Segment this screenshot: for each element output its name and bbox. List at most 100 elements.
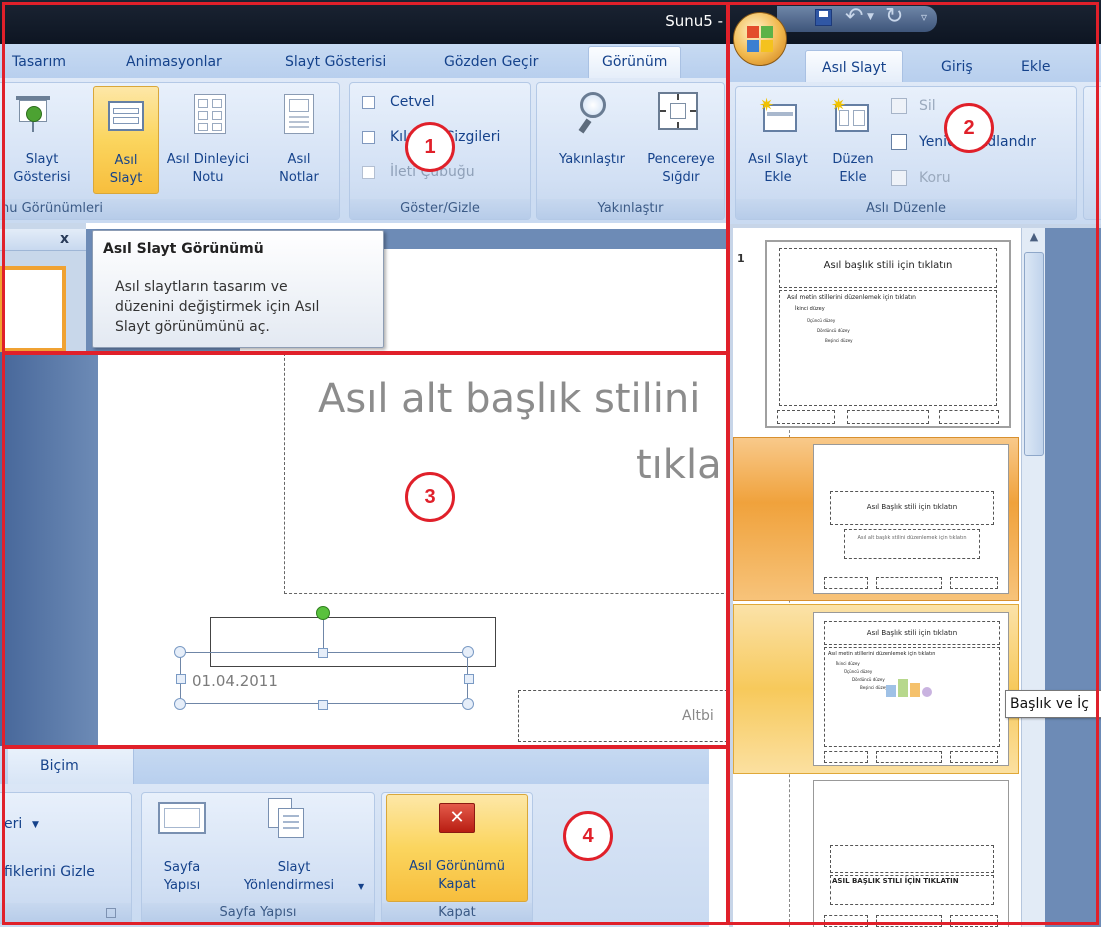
thumb4-title: ASIL BAŞLIK STILI İÇİN TIKLATIN — [832, 877, 959, 885]
scroll-thumb[interactable] — [1024, 252, 1044, 456]
save-icon[interactable] — [815, 9, 832, 26]
duzen-ekle-label-1: Düzen — [832, 152, 874, 167]
tab-ekle[interactable]: Ekle — [1021, 58, 1050, 76]
cetvel-checkbox[interactable] — [362, 96, 375, 109]
thumb2-footer-3 — [950, 577, 998, 589]
thumb3-line-1: Asıl metin stillerini düzenlemek için tı… — [828, 651, 936, 657]
pencereye-sigdir-button[interactable]: Pencereye Sığdır — [640, 86, 722, 194]
slayt-yonlendirmesi-button[interactable]: Slayt Yönlendirmesi ▼ — [218, 796, 370, 900]
tab-slayt-gosterisi[interactable]: Slayt Gösterisi — [285, 53, 386, 71]
asil-notlar-label-2: Notlar — [279, 170, 319, 185]
annotation-badge-2: 2 — [944, 103, 994, 153]
tab-tasarim[interactable]: Tasarım — [12, 53, 66, 71]
rotate-handle[interactable] — [316, 606, 330, 620]
tab-gozden-gecir[interactable]: Gözden Geçir — [444, 53, 538, 71]
tab-giris[interactable]: Giriş — [941, 58, 973, 76]
layout-hover-tooltip: Başlık ve İç — [1005, 690, 1101, 718]
rotate-line — [323, 616, 324, 652]
thumb3-title: Asıl Başlık stili için tıklatın — [866, 629, 958, 637]
thumb3-line-2: İkinci düzey — [836, 661, 860, 666]
group-caption-yakinlastir: Yakınlaştır — [537, 199, 724, 219]
delete-icon — [891, 98, 907, 114]
left-item-1[interactable]: eri — [4, 816, 22, 832]
asil-slayt-ekle-label-1: Asıl Slayt — [748, 152, 808, 167]
resize-handle-n[interactable] — [318, 648, 328, 658]
slayt-gosterisi-button[interactable]: Slayt Gösterisi — [0, 86, 84, 194]
undo-icon[interactable]: ↶ — [845, 4, 863, 29]
close-icon[interactable]: x — [60, 231, 69, 247]
tab-bicim-label: Biçim — [40, 758, 79, 774]
kilavuz-checkbox[interactable] — [362, 131, 375, 144]
thumb2-sub-box — [844, 529, 980, 559]
resize-handle-nw[interactable] — [174, 646, 186, 658]
asil-notlar-button[interactable]: Asıl Notlar — [264, 86, 334, 194]
ileti-checkbox[interactable] — [362, 166, 375, 179]
asil-dinleyici-label-2: Notu — [192, 170, 224, 185]
right-strip — [709, 746, 729, 927]
close-master-icon: ✕ — [439, 803, 475, 833]
slide-master-icon — [108, 101, 144, 131]
asil-slayt-ekle-button[interactable]: ✷ Asıl Slayt Ekle — [737, 90, 819, 198]
office-button[interactable] — [733, 12, 787, 66]
panel-slide-editor: Asıl alt başlık stilini tıkla 01.04.2011… — [0, 352, 729, 746]
group-next-partial — [1083, 86, 1101, 220]
subtitle-line-1: Asıl alt başlık stilini — [318, 376, 701, 422]
tab-animasyonlar[interactable]: Animasyonlar — [126, 53, 222, 71]
resize-handle-w[interactable] — [176, 674, 186, 684]
thumb2-footer-1 — [824, 577, 868, 589]
thumb1-line-2: İkinci düzey — [795, 306, 825, 312]
subtitle-line-2: tıkla — [636, 442, 722, 488]
slides-pane-header — [0, 229, 86, 251]
rename-icon — [891, 134, 907, 150]
tab-asil-slayt[interactable]: Asıl Slayt — [805, 50, 904, 84]
group-left-partial — [0, 792, 132, 924]
duzen-ekle-button[interactable]: ✷ Düzen Ekle — [821, 90, 885, 198]
layout-thumbnail-content[interactable]: Asıl Başlık stili için tıklatın Asıl met… — [813, 612, 1009, 766]
group-caption-kapat: Kapat — [382, 903, 532, 923]
pane-right-edge — [1045, 228, 1101, 927]
undo-dropdown-icon[interactable]: ▼ — [867, 12, 874, 22]
master-slide-thumbnail[interactable]: Asıl başlık stili için tıklatın Asıl met… — [765, 240, 1011, 428]
thumb4-top-box — [830, 845, 994, 873]
resize-handle-ne[interactable] — [462, 646, 474, 658]
asil-slayt-button[interactable]: Asıl Slayt — [93, 86, 159, 194]
group-caption-gorunumler: nu Görünümleri — [0, 199, 339, 219]
asil-gorunumu-kapat-button[interactable]: ✕ Asıl Görünümü Kapat — [386, 794, 528, 902]
tab-bicim[interactable]: Biçim — [8, 748, 134, 784]
resize-handle-e[interactable] — [464, 674, 474, 684]
tooltip-line-1: Asıl slaytların tasarım ve — [115, 279, 288, 295]
koru-label: Koru — [919, 170, 951, 186]
thumb3-line-3: Üçüncü düzey — [844, 669, 873, 674]
content-placeholder-icons — [886, 677, 934, 705]
pencereye-label-2: Sığdır — [662, 170, 700, 185]
asil-dinleyici-label-1: Asıl Dinleyici — [166, 152, 250, 167]
thumb4-footer-1 — [824, 915, 868, 927]
asil-dinleyici-notu-button[interactable]: Asıl Dinleyici Notu — [160, 86, 256, 194]
sayfa-yapisi-label-2: Yapısı — [163, 878, 201, 893]
kapat-label-1: Asıl Görünümü — [408, 859, 505, 874]
thumb1-line-1: Asıl metin stillerini düzenlemek için tı… — [787, 294, 916, 301]
cetvel-label: Cetvel — [390, 94, 435, 110]
group-caption-sayfa-yapisi: Sayfa Yapısı — [142, 903, 374, 923]
thumb4-footer-3 — [950, 915, 998, 927]
footer-text: Altbi — [682, 708, 714, 724]
sayfa-yapisi-button[interactable]: Sayfa Yapısı — [146, 796, 218, 900]
resize-handle-se[interactable] — [462, 698, 474, 710]
customize-dropdown-icon[interactable]: ▿ — [921, 10, 927, 24]
layout-thumbnail-section[interactable]: ASIL BAŞLIK STILI İÇİN TIKLATIN — [813, 780, 1009, 927]
layout-thumbnail-title[interactable]: Asıl Başlık stili için tıklatın Asıl alt… — [813, 444, 1009, 594]
dialog-launcher-icon[interactable] — [106, 908, 116, 918]
resize-handle-s[interactable] — [318, 700, 328, 710]
resize-handle-sw[interactable] — [174, 698, 186, 710]
preserve-icon — [891, 170, 907, 186]
scroll-up-icon[interactable]: ▲ — [1025, 230, 1043, 248]
panel-ribbon-close: Biçim eri ▼ fiklerini Gizle Sayfa Yapısı… — [0, 746, 729, 927]
left-item-2[interactable]: fiklerini Gizle — [4, 864, 95, 880]
scrollbar[interactable]: ▲ — [1021, 228, 1045, 927]
redo-icon[interactable]: ↻ — [885, 4, 903, 29]
tab-gorunum[interactable]: Görünüm — [588, 46, 682, 80]
yakinlastir-button[interactable]: Yakınlaştır — [540, 86, 644, 194]
slide-number: 1 — [737, 252, 745, 265]
orientation-icon — [268, 798, 308, 840]
pencereye-label-1: Pencereye — [647, 152, 715, 167]
